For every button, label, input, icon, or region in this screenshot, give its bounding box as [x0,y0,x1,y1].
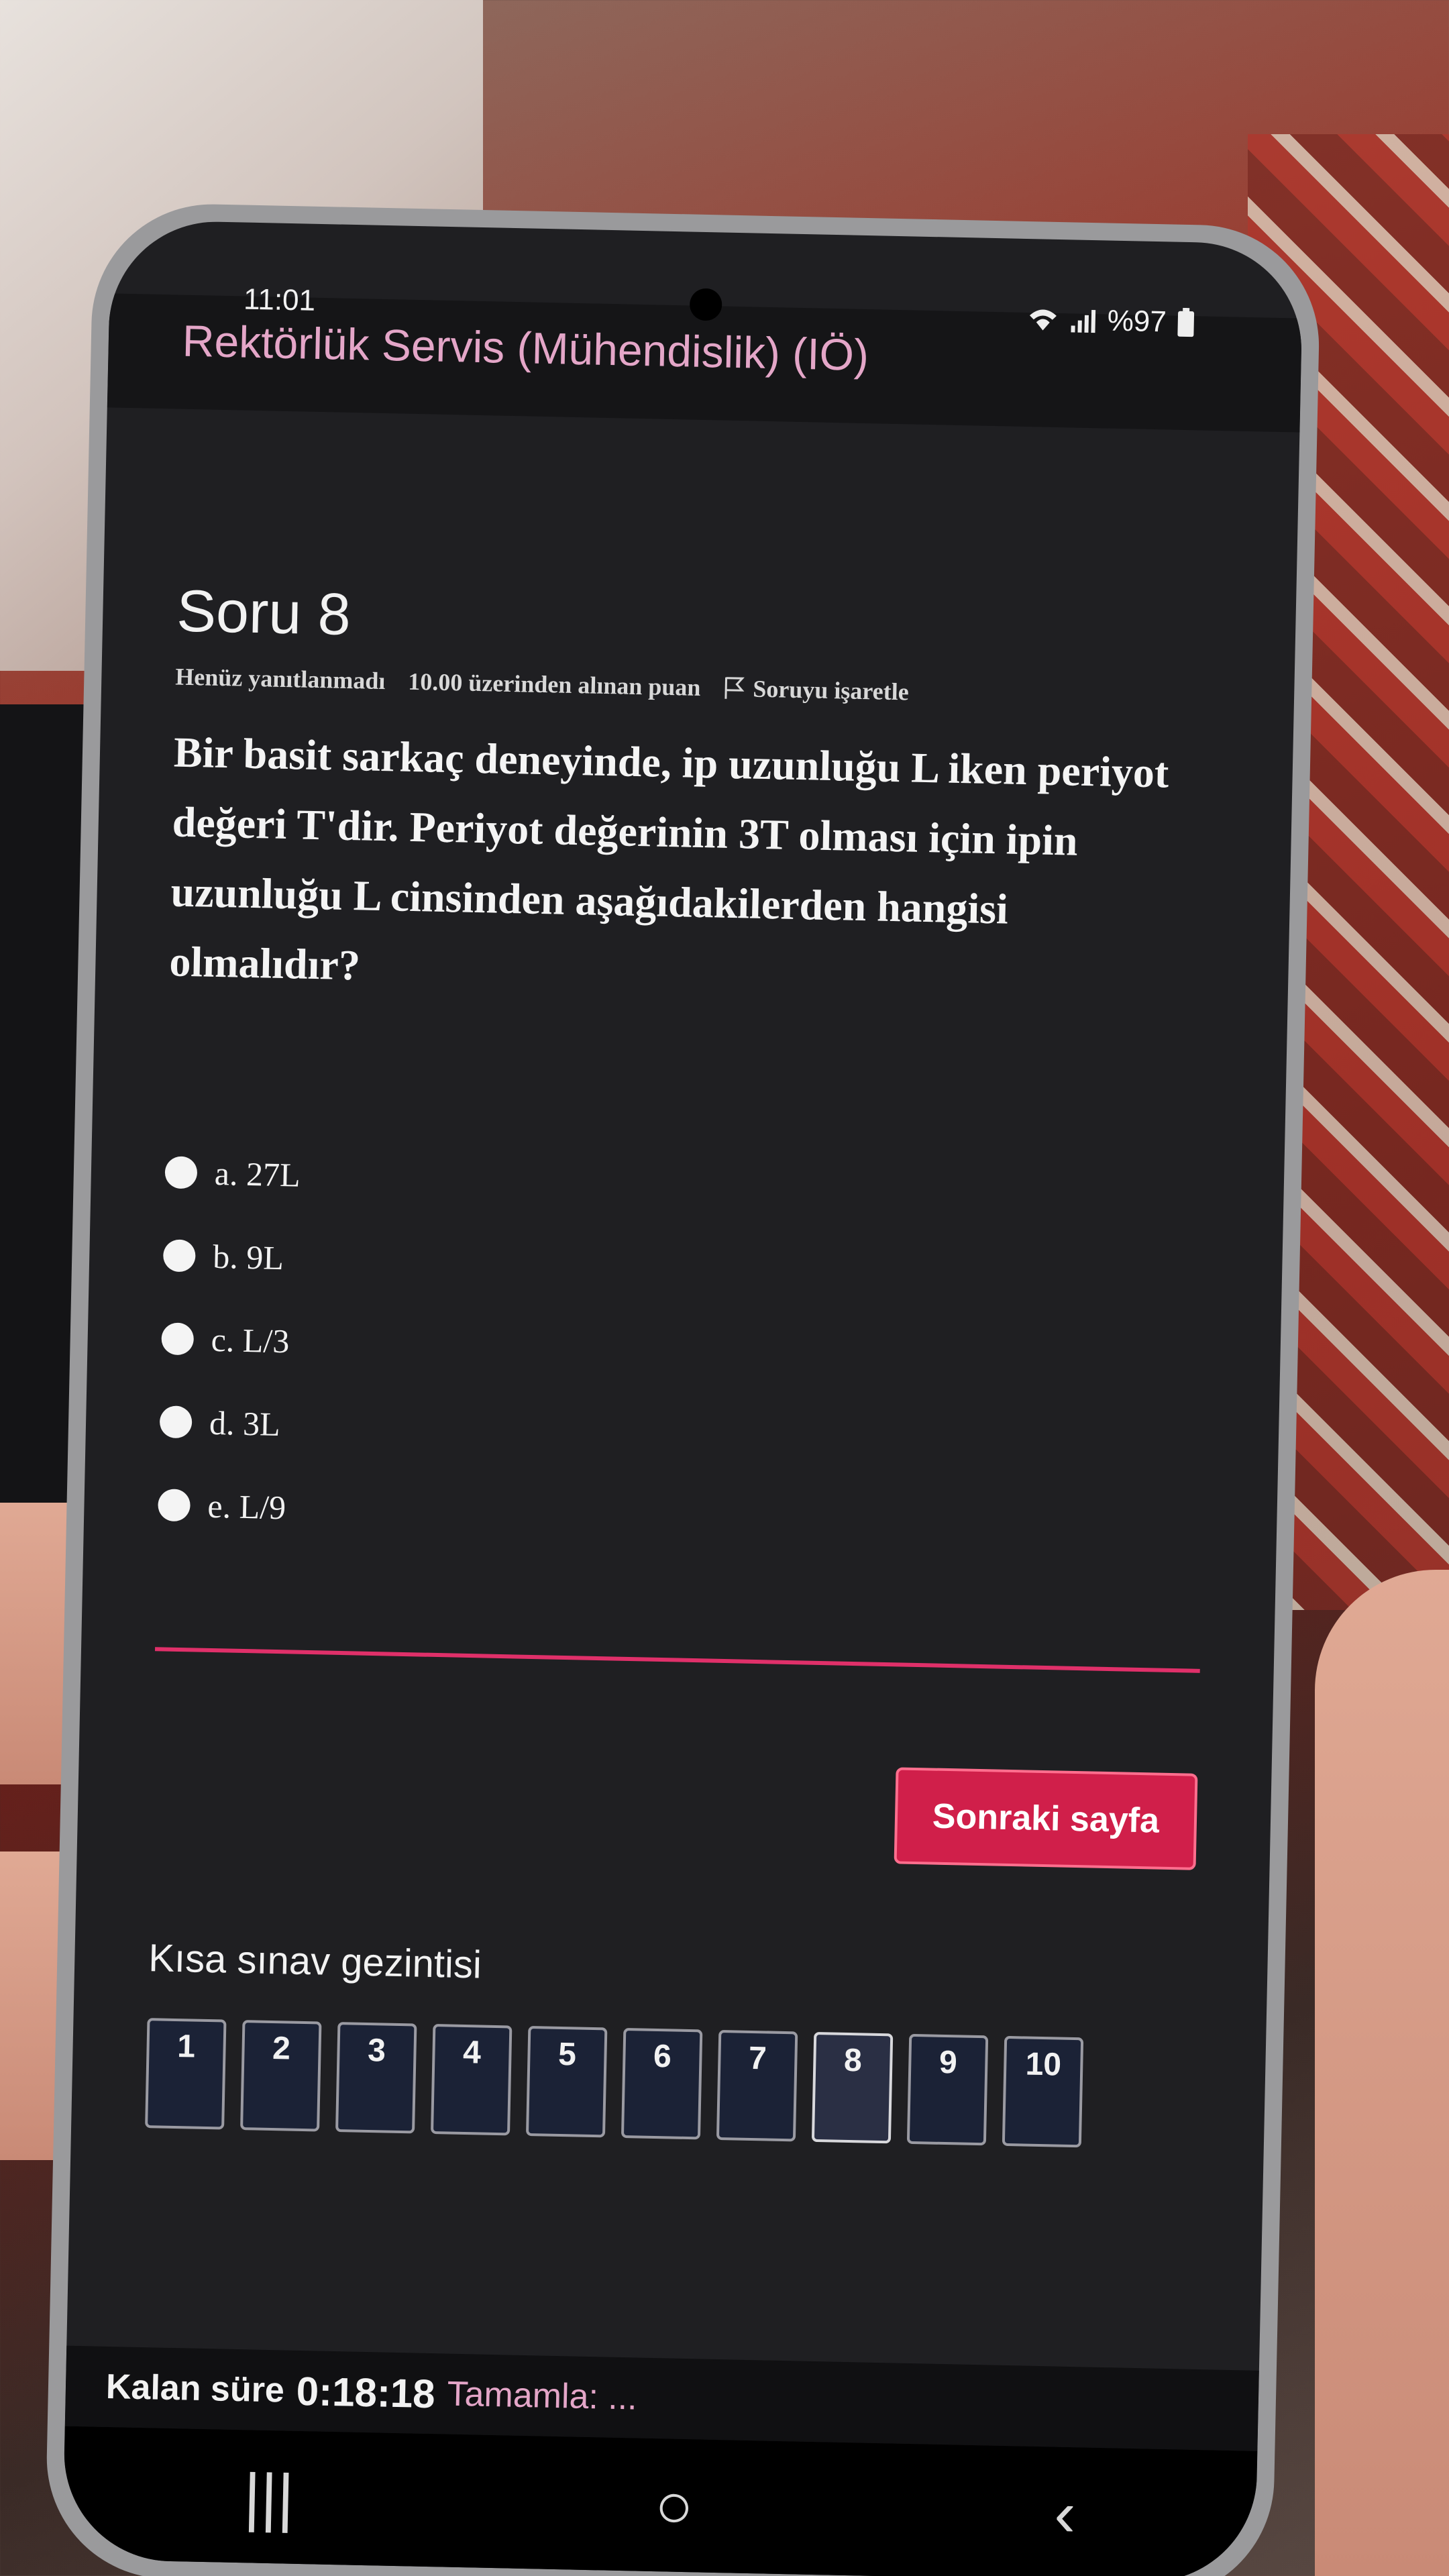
question-nav-button-7[interactable]: 7 [716,2029,798,2142]
question-nav-button-9[interactable]: 9 [906,2033,989,2146]
battery-icon [1177,307,1195,337]
back-icon[interactable]: ‹ [1053,2477,1076,2552]
radio-button[interactable] [161,1322,195,1356]
radio-button[interactable] [162,1239,196,1273]
question-nav-button-4[interactable]: 4 [430,2024,513,2136]
status-icons: %97 [1026,299,1195,343]
battery-level: %97 [1107,304,1167,339]
flag-question-button[interactable]: Soruyu işaretle [723,674,909,706]
flag-icon [724,677,745,699]
question-nav-button-10[interactable]: 10 [1002,2035,1084,2148]
question-nav-button-3[interactable]: 3 [335,2022,417,2134]
radio-button[interactable] [158,1489,191,1522]
page-actions: Sonraki sayfa [151,1752,1198,1870]
home-icon[interactable]: ○ [654,2469,694,2543]
question-nav-button-5[interactable]: 5 [525,2025,608,2138]
answer-label: b. 9L [212,1237,284,1277]
section-divider [154,1647,1200,1673]
question-nav-button-2[interactable]: 2 [240,2020,322,2132]
phone: 11:01 %97 Rektörlük Servis (Mühendislik)… [44,201,1322,2576]
question-info: Henüz yanıtlanmadı 10.00 üzerinden alına… [175,663,1221,713]
quiz-navigation-title: Kısa sınav gezintisi [148,1936,482,1987]
answer-options: a. 27L b. 9L c. L/3 d. 3L e. L/9 [157,1130,1211,1568]
wifi-icon [1029,309,1057,331]
answer-label: e. L/9 [207,1487,286,1527]
answer-label: a. 27L [214,1154,301,1194]
radio-button[interactable] [164,1156,198,1189]
quiz-content: Soru 8 Henüz yanıtlanmadı 10.00 üzerinde… [71,407,1299,2151]
signal-icon [1071,310,1096,333]
question-nav-button-6[interactable]: 6 [621,2027,703,2140]
question-nav-grid: 1 2 3 4 5 6 7 8 9 10 [145,2018,1193,2150]
finish-attempt-link[interactable]: Tamamla: ... [447,2374,637,2418]
question-text: Bir basit sarkaç deneyinde, ip uzunluğu … [168,728,1170,989]
question-points: 10.00 üzerinden alınan puan [407,667,701,701]
next-page-button[interactable]: Sonraki sayfa [894,1767,1198,1870]
phone-screen: 11:01 %97 Rektörlük Servis (Mühendislik)… [62,219,1304,2576]
question-number: Soru 8 [176,577,352,647]
android-nav-bar: ||| ○ ‹ [62,2426,1258,2576]
answer-label: c. L/3 [211,1320,290,1360]
status-time: 11:01 [243,282,316,317]
radio-button[interactable] [159,1405,193,1439]
timer-label: Kalan süre [105,2367,285,2410]
flag-question-label: Soruyu işaretle [752,675,910,706]
quiz-navigation: Kısa sınav gezintisi 1 2 3 4 5 6 7 8 9 1… [145,1935,1194,2150]
recent-apps-icon[interactable]: ||| [243,2460,294,2535]
question-nav-button-1[interactable]: 1 [145,2018,227,2130]
answer-label: d. 3L [209,1403,281,1444]
timer-value: 0:18:18 [296,2368,436,2416]
right-thumb [1315,1570,1449,2576]
question-nav-button-8-current[interactable]: 8 [811,2031,894,2144]
question-state: Henüz yanıtlanmadı [174,663,386,695]
